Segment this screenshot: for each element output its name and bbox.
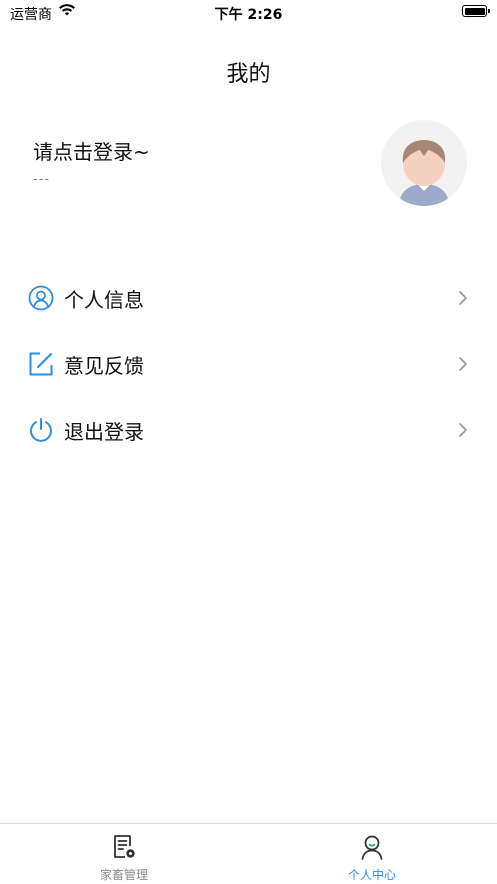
tab-livestock-management[interactable]: 家畜管理 [0, 824, 248, 884]
user-circle-icon [28, 285, 54, 311]
chevron-right-icon [459, 291, 467, 305]
menu-item-label: 退出登录 [64, 420, 144, 444]
chevron-right-icon [459, 357, 467, 371]
battery-icon [462, 5, 490, 17]
tab-label: 家畜管理 [99, 868, 148, 882]
edit-icon [29, 352, 53, 376]
menu-item-label: 意见反馈 [64, 354, 144, 378]
default-avatar-icon [399, 140, 449, 206]
tab-label: 个人中心 [347, 868, 396, 882]
tab-bar: 家畜管理 个人中心 [0, 823, 497, 883]
document-gear-icon [114, 835, 135, 858]
menu-item-feedback[interactable]: 意见反馈 [0, 331, 497, 397]
status-bar: 运营商 下午 2:26 [0, 0, 497, 26]
status-time: 下午 2:26 [214, 7, 283, 23]
login-prompt[interactable]: 请点击登录~ [33, 136, 150, 165]
profile-subtitle: --- [33, 172, 51, 187]
menu-item-label: 个人信息 [64, 288, 144, 312]
avatar[interactable] [381, 120, 467, 206]
chevron-right-icon [459, 423, 467, 437]
settings-menu: 个人信息 意见反馈 退出登录 [0, 265, 497, 463]
menu-item-profile-info[interactable]: 个人信息 [0, 265, 497, 331]
tab-personal-center[interactable]: 个人中心 [248, 824, 496, 884]
profile-header[interactable]: 请点击登录~ --- [0, 112, 497, 222]
person-icon [361, 835, 383, 860]
power-icon [30, 418, 52, 442]
menu-item-logout[interactable]: 退出登录 [0, 397, 497, 463]
page-title: 我的 [226, 62, 271, 87]
